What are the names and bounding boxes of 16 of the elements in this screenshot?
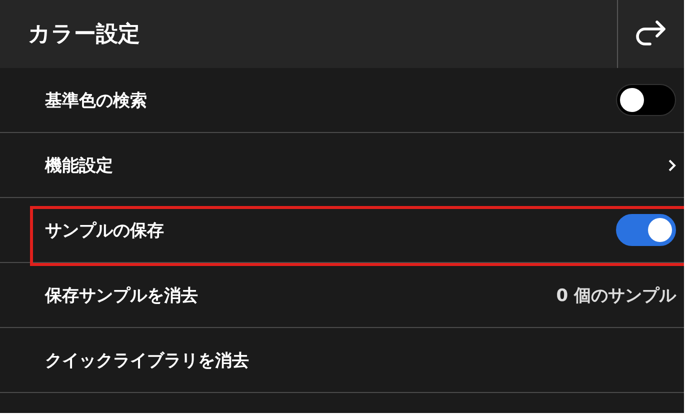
toggle-switch[interactable]	[616, 84, 676, 116]
sample-count: 0 個のサンプル	[556, 284, 676, 306]
setting-label: 基準色の検索	[45, 90, 148, 112]
settings-row[interactable]: 機能設定	[0, 133, 684, 198]
setting-label: クイックライブラリを消去	[45, 350, 250, 372]
settings-row[interactable]: サンプルの保存	[0, 198, 684, 263]
window-title: カラー設定	[27, 20, 141, 49]
settings-row[interactable]: 基準色の検索	[0, 68, 684, 133]
settings-row[interactable]: クイックライブラリを消去	[0, 328, 684, 393]
setting-label: 保存サンプルを消去	[45, 284, 199, 306]
toggle-switch[interactable]	[616, 214, 676, 246]
settings-row[interactable]: 保存サンプルを消去 0 個のサンプル	[0, 263, 684, 328]
share-icon	[634, 20, 668, 48]
setting-label: サンプルの保存	[45, 220, 165, 242]
chevron-icon	[668, 158, 676, 172]
setting-label: 機能設定	[45, 154, 114, 176]
